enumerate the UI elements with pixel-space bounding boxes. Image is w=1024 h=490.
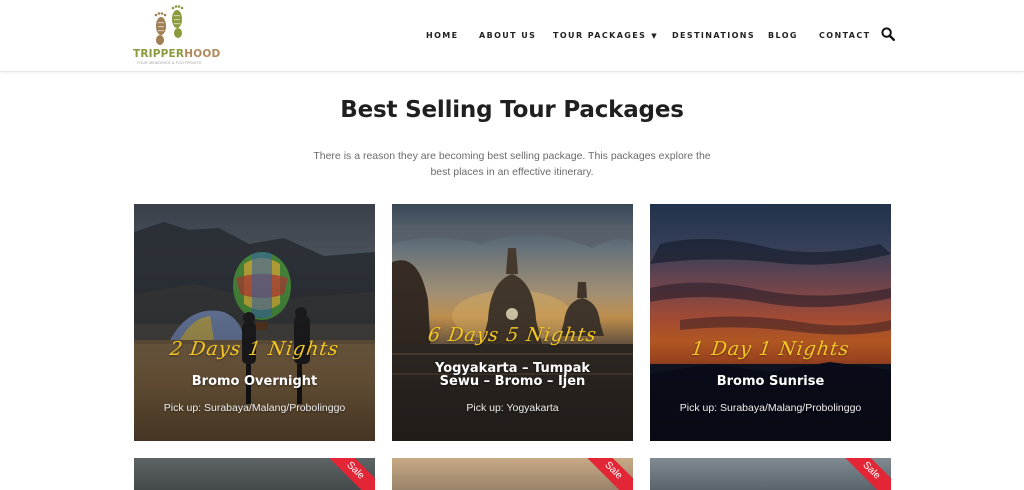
package-pickup: Pick up: Surabaya/Malang/Probolinggo [679, 402, 862, 414]
main-nav: HOME ABOUT US TOUR PACKAGES ▼ DESTINATION… [0, 30, 1024, 44]
package-card-bromo-sunrise[interactable]: 1 Day 1 Nights Bromo Sunrise Pick up: Su… [650, 204, 891, 441]
package-title-line1: Bromo Sunrise [716, 374, 825, 389]
package-card-yogyakarta-tumpak-sewu-bromo-ijen[interactable]: 6 Days 5 Nights Yogyakarta – Tumpak Sewu… [392, 204, 633, 441]
package-duration: 1 Day 1 Nights [689, 338, 852, 360]
package-title-line1: Bromo Overnight [191, 374, 318, 389]
package-duration: 6 Days 5 Nights [426, 324, 599, 346]
package-card-bromo-overnight[interactable]: 2 Days 1 Nights Bromo Overnight Pick up:… [134, 204, 375, 441]
logo-tagline: YOUR MEMORIES & FOOTPRINTS [136, 61, 202, 65]
nav-tour-packages-label: TOUR PACKAGES [553, 31, 647, 40]
nav-tour-packages[interactable]: TOUR PACKAGES ▼ [553, 30, 657, 42]
nav-home[interactable]: HOME [426, 30, 459, 42]
section-description: There is a reason they are becoming best… [307, 148, 717, 180]
package-duration: 2 Days 1 Nights [168, 338, 341, 360]
package-title: Bromo Sunrise [670, 375, 871, 388]
sale-badge: Sale [320, 458, 375, 490]
site-header: TRIPPERHOOD YOUR MEMORIES & FOOTPRINTS H… [0, 0, 1024, 72]
nav-contact[interactable]: CONTACT [819, 30, 871, 42]
section-description-line1: There is a reason they are becoming best… [313, 150, 711, 162]
caret-down-icon: ▼ [651, 32, 657, 40]
section-title: Best Selling Tour Packages [340, 97, 684, 123]
section-description-line2: best places in an effective itinerary. [430, 166, 594, 178]
package-card-row2-3[interactable]: Sale [650, 458, 891, 490]
sale-badge: Sale [836, 458, 891, 490]
search-icon[interactable] [881, 27, 895, 41]
nav-destinations[interactable]: DESTINATIONS [672, 30, 755, 42]
nav-about-us[interactable]: ABOUT US [479, 30, 536, 42]
package-card-row2-1[interactable]: Sale [134, 458, 375, 490]
package-pickup: Pick up: Yogyakarta [466, 402, 559, 414]
sale-badge: Sale [578, 458, 633, 490]
package-card-row2-2[interactable]: Sale [392, 458, 633, 490]
nav-blog[interactable]: BLOG [768, 30, 798, 42]
logo-name-part2: HOOD [184, 48, 221, 60]
package-title: Bromo Overnight [154, 375, 355, 388]
package-title-line2: Sewu – Bromo – Ijen [439, 374, 586, 389]
package-pickup: Pick up: Surabaya/Malang/Probolinggo [163, 402, 346, 414]
logo-name-part1: TRIPPER [133, 48, 185, 60]
logo-wordmark: TRIPPERHOOD [133, 48, 220, 60]
package-title: Yogyakarta – Tumpak Sewu – Bromo – Ijen [412, 362, 613, 388]
